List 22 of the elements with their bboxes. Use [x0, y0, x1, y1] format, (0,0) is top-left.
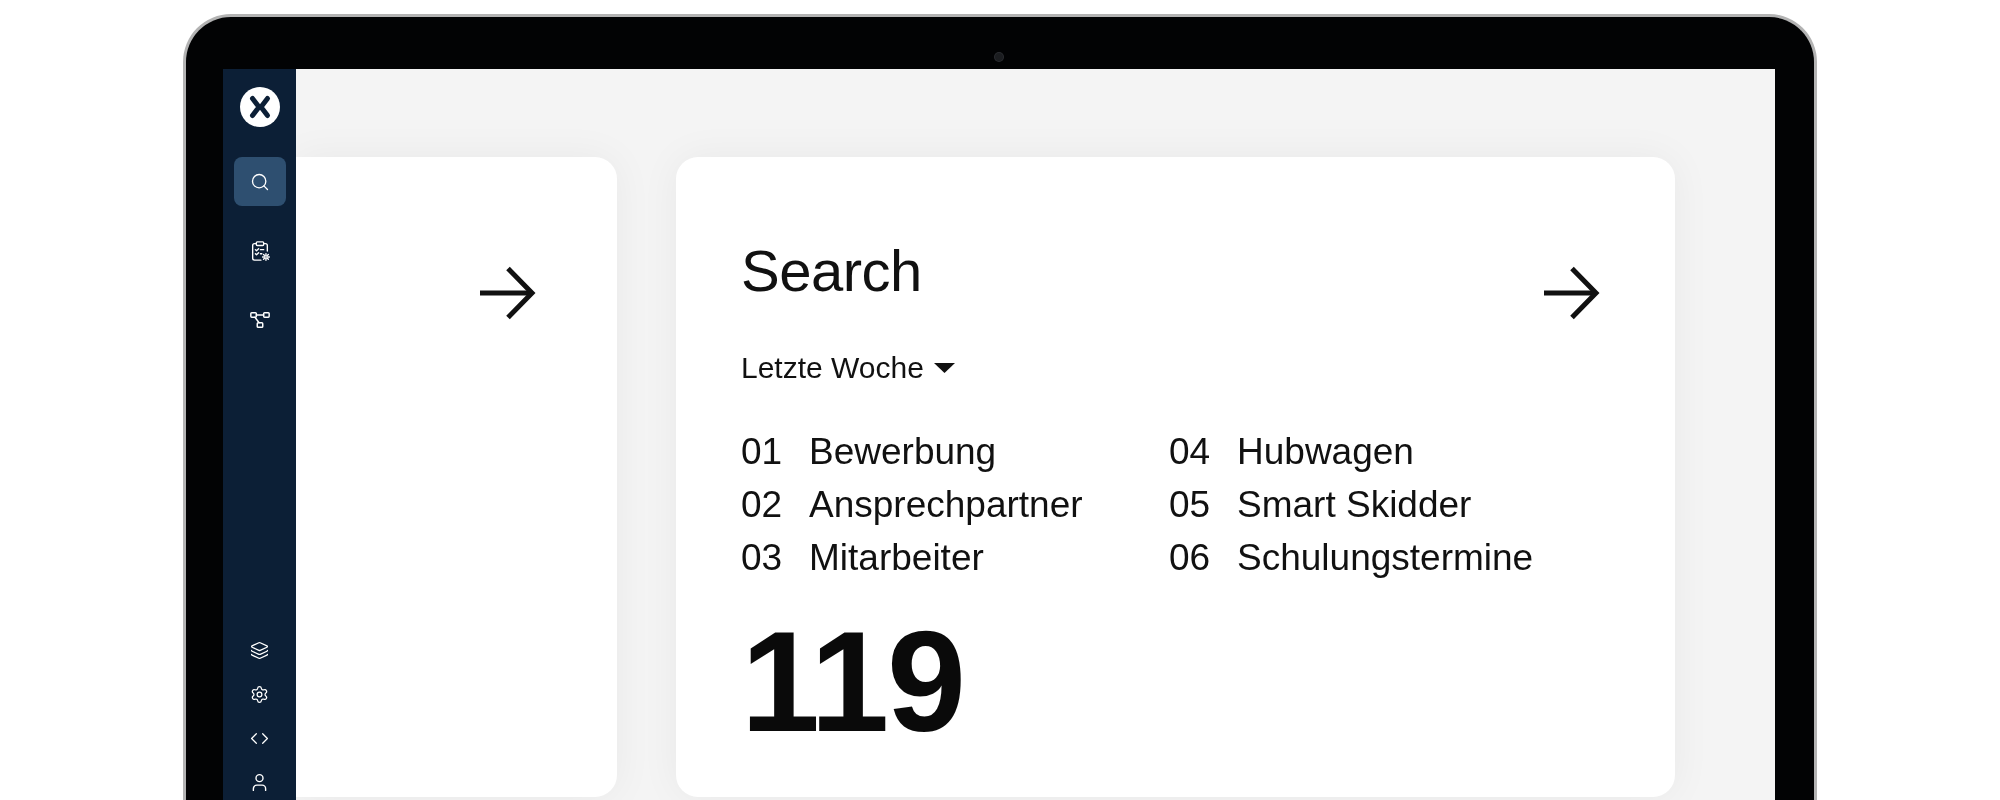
settings-icon [250, 684, 269, 704]
rank-number: 06 [1169, 536, 1212, 580]
caret-down-icon [933, 363, 955, 373]
period-dropdown[interactable]: Letzte Woche [741, 353, 955, 383]
search-term[interactable]: Mitarbeiter [809, 531, 984, 584]
search-term[interactable]: Bewerbung [809, 425, 997, 478]
search-term[interactable]: Schulungstermine [1237, 531, 1534, 584]
rank-number: 05 [1169, 483, 1212, 527]
rank-number: 01 [741, 430, 784, 474]
search-term[interactable]: Ansprechpartner [809, 478, 1083, 531]
total-count: 119 [741, 611, 965, 753]
search-icon [249, 171, 270, 192]
logo-icon[interactable] [239, 87, 280, 127]
search-term[interactable]: Hubwagen [1237, 425, 1414, 478]
nav-button[interactable] [233, 157, 286, 206]
rank-number: 02 [741, 483, 784, 527]
layers-icon [250, 640, 269, 660]
rank-number: 04 [1169, 430, 1212, 474]
camera-icon [995, 53, 1003, 61]
search-term[interactable]: Smart Skidder [1237, 478, 1472, 531]
card-title: Search [741, 242, 922, 300]
rank-number: 03 [741, 536, 784, 580]
